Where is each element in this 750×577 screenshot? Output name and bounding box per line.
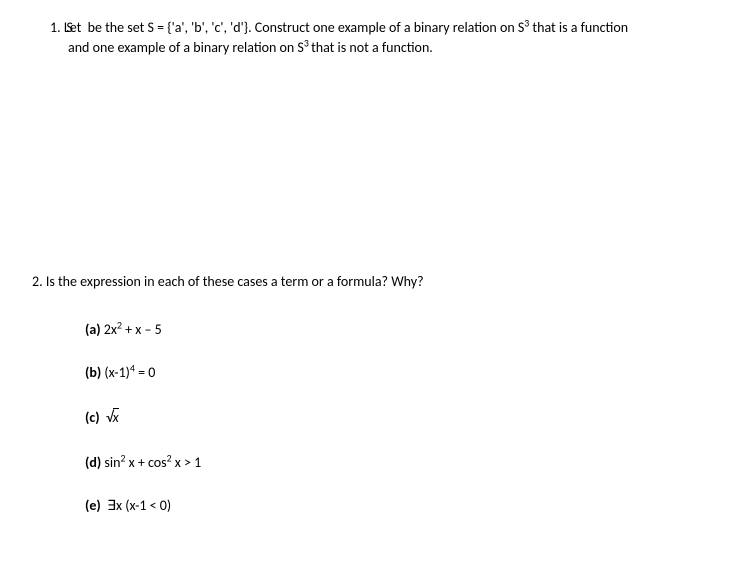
- q2d-label: (d): [85, 454, 101, 471]
- q2-intro-text: Is the expression in each of these cases…: [46, 273, 424, 290]
- q2a-pre: 2x: [101, 321, 117, 338]
- sqrt-content: x: [113, 408, 119, 426]
- question-2: 2. Is the expression in each of these ca…: [50, 272, 710, 517]
- q2b-label: (b): [85, 364, 101, 381]
- q2d-mid: x + cos: [125, 454, 166, 471]
- q1-text-end: that is a function: [529, 19, 628, 36]
- q2-number: 2.: [32, 273, 43, 290]
- q2-item-d: (d) sin2 x + cos2 x > 1: [50, 453, 710, 473]
- q2-item-c: (c) √x: [50, 407, 710, 429]
- q2e-post: x (x-1 < 0): [116, 497, 171, 514]
- q2d-pre: sin: [101, 454, 120, 471]
- q2-item-e: (e) ∃x (x-1 < 0): [50, 496, 710, 517]
- q1-line2: and one example of a binary relation on …: [50, 38, 710, 58]
- question-1: 1. Let S be the set S = {'a', 'b', 'c', …: [50, 18, 710, 57]
- q2e-label: (e): [85, 497, 101, 514]
- q2d-post: x > 1: [172, 454, 202, 471]
- q2a-label: (a): [85, 321, 101, 338]
- exists-symbol: ∃: [107, 499, 116, 514]
- q2b-post: = 0: [135, 364, 155, 381]
- q2-intro: 2. Is the expression in each of these ca…: [32, 272, 710, 292]
- q2-item-b: (b) (x-1)4 = 0: [50, 363, 710, 383]
- q2b-pre: (x-1): [101, 364, 130, 381]
- q2c-label: (c): [85, 409, 100, 426]
- q1-line2-end: that is not a function.: [311, 39, 433, 56]
- q1-sup2: 3: [304, 37, 311, 49]
- q1-line2-pre: and one example of a binary relation on …: [68, 39, 304, 56]
- q1-line1: 1. Let S be the set S = {'a', 'b', 'c', …: [50, 18, 710, 38]
- q2a-post: + x – 5: [122, 321, 162, 338]
- sqrt-expression: √x: [106, 407, 119, 429]
- q1-number: 1.: [50, 19, 61, 36]
- q2-item-a: (a) 2x2 + x – 5: [50, 320, 710, 340]
- q1-text-post: be the set S = {'a', 'b', 'c', 'd'}. Con…: [84, 19, 524, 36]
